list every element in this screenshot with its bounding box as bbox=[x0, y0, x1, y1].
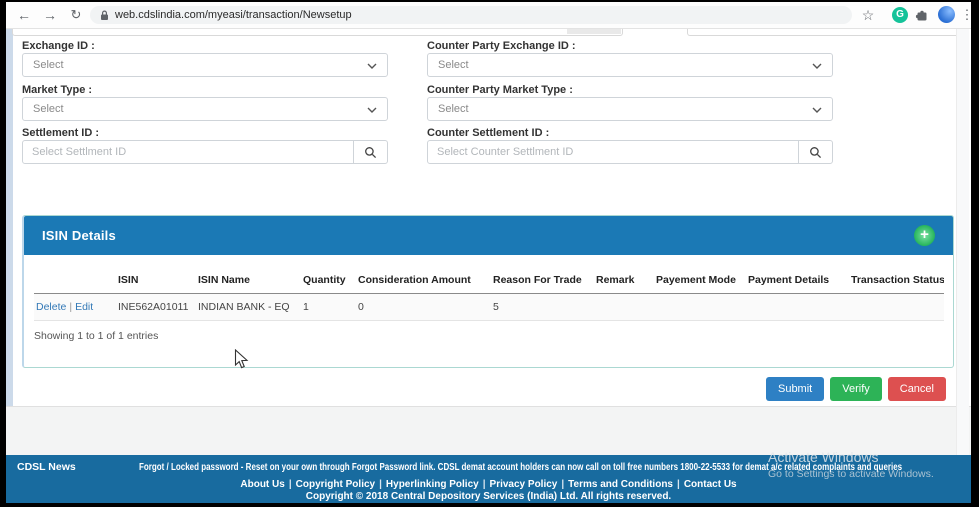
forward-icon[interactable]: → bbox=[40, 2, 60, 28]
vertical-scrollbar[interactable] bbox=[956, 29, 969, 456]
browser-toolbar: ← → ↻ web.cdslindia.com/myeasi/transacti… bbox=[6, 2, 971, 29]
cell-quantity: 1 bbox=[301, 294, 356, 321]
cell-payement-mode bbox=[654, 294, 746, 321]
col-remark: Remark bbox=[594, 269, 654, 294]
verify-button[interactable]: Verify bbox=[830, 377, 882, 401]
footer-links: About Us | Copyright Policy | Hyperlinking P… bbox=[6, 479, 971, 490]
counter-settlement-search-button[interactable] bbox=[798, 141, 832, 163]
browser-menu-icon[interactable]: ⋮ bbox=[957, 2, 977, 28]
extensions-puzzle-icon[interactable] bbox=[915, 8, 929, 27]
settlement-id-label: Settlement ID : bbox=[22, 127, 99, 139]
isin-details-panel: ISIN Details + ISIN ISIN Name Quantity bbox=[22, 215, 954, 368]
link-separator: | bbox=[289, 479, 292, 490]
cdsl-news-label: CDSL News bbox=[17, 461, 76, 473]
search-icon bbox=[809, 146, 822, 159]
cell-reason-for-trade: 5 bbox=[491, 294, 594, 321]
bookmark-star-icon[interactable]: ☆ bbox=[858, 2, 878, 28]
col-payment-details: Payment Details bbox=[746, 269, 849, 294]
settlement-search-button[interactable] bbox=[353, 141, 387, 163]
cancel-button[interactable]: Cancel bbox=[888, 377, 946, 401]
footer-link-terms-and-conditions[interactable]: Terms and Conditions bbox=[568, 479, 673, 490]
counter-settlement-id-group bbox=[427, 140, 833, 164]
exchange-id-select[interactable]: Select bbox=[22, 53, 388, 77]
footer: CDSL News Forgot / Locked password - Res… bbox=[6, 455, 971, 503]
news-ticker: Forgot / Locked password - Reset on your… bbox=[139, 462, 902, 473]
settlement-id-group bbox=[22, 140, 388, 164]
browser-window: ← → ↻ web.cdslindia.com/myeasi/transacti… bbox=[6, 2, 971, 503]
back-icon[interactable]: ← bbox=[14, 2, 34, 28]
add-isin-button[interactable]: + bbox=[914, 225, 935, 246]
footer-link-about-us[interactable]: About Us bbox=[240, 479, 284, 490]
profile-avatar[interactable] bbox=[938, 6, 955, 23]
col-isin: ISIN bbox=[116, 269, 196, 294]
isin-details-header: ISIN Details + bbox=[24, 216, 953, 255]
cell-remark bbox=[594, 294, 654, 321]
chevron-down-icon bbox=[812, 100, 822, 118]
cutoff-input-left[interactable] bbox=[12, 29, 623, 36]
col-actions bbox=[34, 269, 116, 294]
isin-details-title: ISIN Details bbox=[42, 228, 116, 243]
market-type-label: Market Type : bbox=[22, 84, 92, 96]
counter-settlement-id-label: Counter Settlement ID : bbox=[427, 127, 549, 139]
submit-button[interactable]: Submit bbox=[766, 377, 824, 401]
edit-link[interactable]: Edit bbox=[75, 301, 93, 313]
isin-table-header-row: ISIN ISIN Name Quantity Consideration Am… bbox=[34, 269, 944, 294]
settlement-id-input[interactable] bbox=[23, 141, 353, 163]
delete-link[interactable]: Delete bbox=[36, 301, 66, 313]
counter-settlement-id-input[interactable] bbox=[428, 141, 798, 163]
transaction-form-card: Exchange ID : Select Counter Party Excha… bbox=[6, 29, 971, 407]
counter-party-exchange-id-select[interactable]: Select bbox=[427, 53, 833, 77]
form-actions: Submit Verify Cancel bbox=[766, 377, 946, 401]
counter-party-market-type-label: Counter Party Market Type : bbox=[427, 84, 573, 96]
left-edge-band bbox=[6, 29, 13, 406]
url-text: web.cdslindia.com/myeasi/transaction/New… bbox=[115, 9, 352, 21]
market-type-select[interactable]: Select bbox=[22, 97, 388, 121]
exchange-id-label: Exchange ID : bbox=[22, 40, 95, 52]
col-payement-mode: Payement Mode bbox=[654, 269, 746, 294]
exchange-id-value: Select bbox=[33, 59, 64, 71]
cutoff-button-fragment[interactable] bbox=[567, 29, 621, 34]
address-bar[interactable]: web.cdslindia.com/myeasi/transaction/New… bbox=[90, 6, 852, 24]
grammarly-extension-icon[interactable]: G bbox=[892, 7, 908, 23]
footer-link-copyright-policy[interactable]: Copyright Policy bbox=[296, 479, 375, 490]
counter-party-market-type-select[interactable]: Select bbox=[427, 97, 833, 121]
link-separator: | bbox=[483, 479, 486, 490]
col-transaction-status: Transaction Status bbox=[849, 269, 944, 294]
counter-party-market-type-value: Select bbox=[438, 103, 469, 115]
showing-entries-text: Showing 1 to 1 of 1 entries bbox=[34, 330, 953, 342]
cutoff-input-right[interactable] bbox=[687, 29, 960, 36]
cell-transaction-status bbox=[849, 294, 944, 321]
footer-link-contact-us[interactable]: Contact Us bbox=[684, 479, 737, 490]
chevron-down-icon bbox=[367, 56, 377, 74]
refresh-icon[interactable]: ↻ bbox=[66, 2, 86, 28]
col-quantity: Quantity bbox=[301, 269, 356, 294]
market-type-value: Select bbox=[33, 103, 64, 115]
link-separator: | bbox=[561, 479, 564, 490]
page-content: Exchange ID : Select Counter Party Excha… bbox=[6, 29, 971, 503]
footer-link-privacy-policy[interactable]: Privacy Policy bbox=[490, 479, 558, 490]
counter-party-exchange-id-label: Counter Party Exchange ID : bbox=[427, 40, 576, 52]
link-separator: | bbox=[677, 479, 680, 490]
row-actions: Delete|Edit bbox=[34, 294, 116, 321]
col-reason-for-trade: Reason For Trade bbox=[491, 269, 594, 294]
chevron-down-icon bbox=[812, 56, 822, 74]
action-separator: | bbox=[69, 301, 72, 313]
isin-table: ISIN ISIN Name Quantity Consideration Am… bbox=[34, 269, 944, 321]
counter-party-exchange-id-value: Select bbox=[438, 59, 469, 71]
chevron-down-icon bbox=[367, 100, 377, 118]
lock-icon bbox=[100, 10, 109, 21]
col-consideration-amount: Consideration Amount bbox=[356, 269, 491, 294]
cell-isin: INE562A01011 bbox=[116, 294, 196, 321]
cell-payment-details bbox=[746, 294, 849, 321]
search-icon bbox=[364, 146, 377, 159]
table-row: Delete|Edit INE562A01011 INDIAN BANK - E… bbox=[34, 294, 944, 321]
col-isin-name: ISIN Name bbox=[196, 269, 301, 294]
link-separator: | bbox=[379, 479, 382, 490]
copyright-text: Copyright © 2018 Central Depository Serv… bbox=[6, 491, 971, 502]
cell-isin-name: INDIAN BANK - EQ bbox=[196, 294, 301, 321]
cell-consideration-amount: 0 bbox=[356, 294, 491, 321]
footer-link-hyperlinking-policy[interactable]: Hyperlinking Policy bbox=[386, 479, 479, 490]
